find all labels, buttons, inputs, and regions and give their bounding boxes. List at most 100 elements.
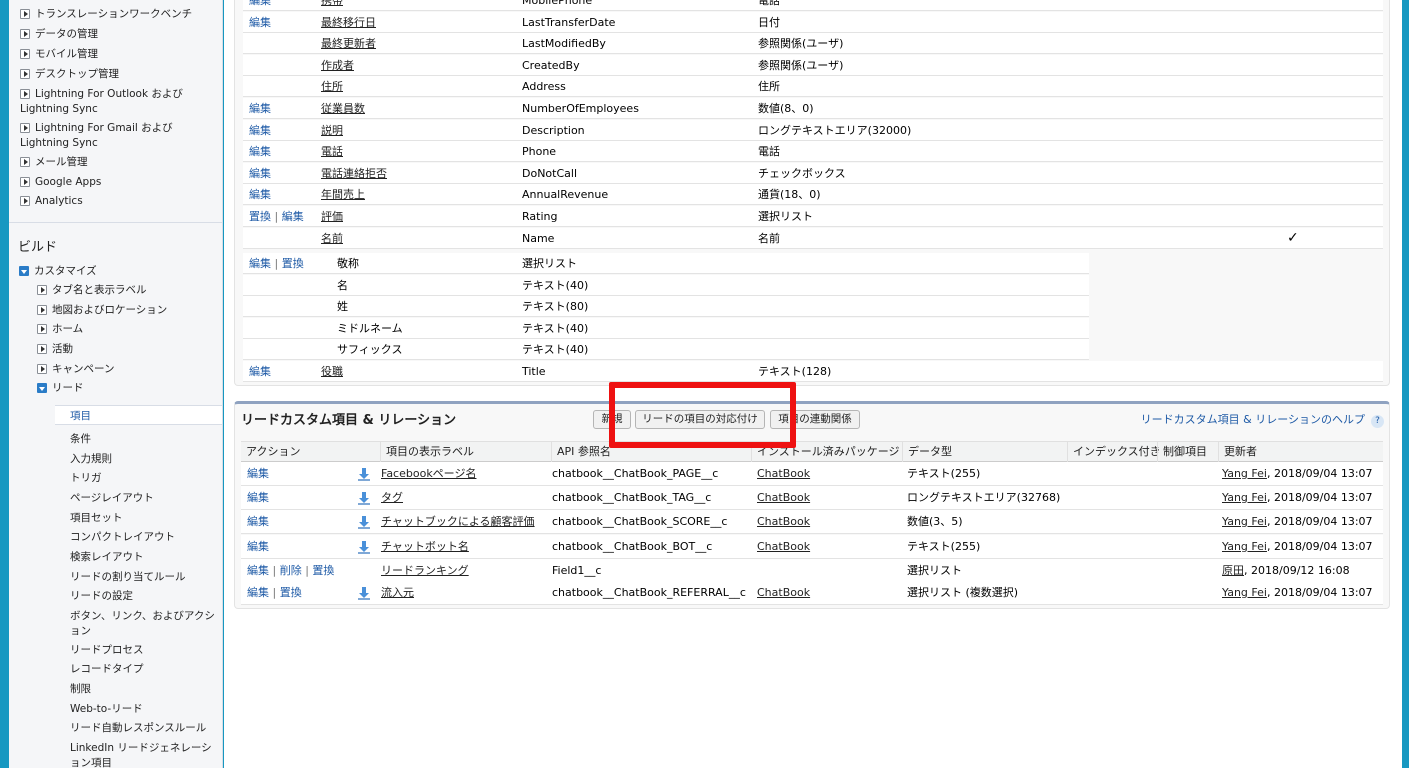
- action-link[interactable]: 編集: [249, 124, 271, 137]
- sidebar-item[interactable]: 地図およびロケーション: [37, 303, 167, 317]
- sidebar-lead-item[interactable]: リードプロセス: [70, 643, 220, 658]
- sidebar-lead-item[interactable]: 制限: [70, 682, 220, 697]
- sidebar-lead-item[interactable]: リードの設定: [70, 589, 220, 604]
- collapse-toggle-icon[interactable]: [37, 383, 47, 393]
- action-link[interactable]: 編集: [249, 167, 271, 180]
- user-link[interactable]: Yang Fei: [1222, 491, 1267, 504]
- user-link[interactable]: Yang Fei: [1222, 540, 1267, 553]
- package-link[interactable]: ChatBook: [757, 510, 810, 534]
- sidebar-lead-item[interactable]: コンパクトレイアウト: [70, 530, 220, 545]
- expand-toggle-icon[interactable]: [20, 196, 30, 206]
- collapse-toggle-icon[interactable]: [19, 266, 29, 276]
- sidebar-item[interactable]: 活動: [37, 342, 73, 356]
- field-label[interactable]: 評価: [321, 206, 343, 227]
- field-label[interactable]: 携帯: [321, 0, 343, 11]
- field-label[interactable]: 年間売上: [321, 184, 365, 205]
- field-label[interactable]: 最終更新者: [321, 33, 376, 54]
- expand-toggle-icon[interactable]: [20, 89, 30, 99]
- field-label[interactable]: 名前: [321, 228, 343, 249]
- custom-fields-help-link[interactable]: リードカスタム項目 & リレーションのヘルプ?: [1141, 411, 1384, 428]
- expand-toggle-icon[interactable]: [37, 305, 47, 315]
- sidebar-item[interactable]: キャンペーン: [37, 362, 114, 376]
- sidebar-lead-item[interactable]: ページレイアウト: [70, 491, 220, 506]
- expand-toggle-icon[interactable]: [37, 364, 47, 374]
- package-link[interactable]: ChatBook: [757, 462, 810, 486]
- field-label-link[interactable]: リードランキング: [381, 559, 469, 583]
- sidebar-lead-item[interactable]: 入力規則: [70, 452, 220, 467]
- field-label-link[interactable]: Facebookページ名: [381, 462, 476, 486]
- sidebar-item[interactable]: トランスレーションワークベンチ: [20, 7, 220, 22]
- sidebar-item[interactable]: デスクトップ管理: [20, 67, 220, 82]
- expand-toggle-icon[interactable]: [20, 29, 30, 39]
- sidebar-lead-item[interactable]: LinkedIn リードジェネレーション項目: [70, 741, 220, 768]
- action-link[interactable]: 編集: [249, 145, 271, 158]
- action-link[interactable]: 置換: [280, 586, 302, 599]
- expand-toggle-icon[interactable]: [20, 177, 30, 187]
- sidebar-item[interactable]: ホーム: [37, 322, 83, 336]
- sidebar-item[interactable]: メール管理: [20, 155, 220, 170]
- user-link[interactable]: Yang Fei: [1222, 515, 1267, 528]
- action-link[interactable]: 編集: [249, 0, 271, 7]
- expand-toggle-icon[interactable]: [20, 69, 30, 79]
- field-label[interactable]: 最終移行日: [321, 12, 376, 33]
- sidebar-item[interactable]: Analytics: [20, 194, 220, 209]
- sidebar-lead-item[interactable]: 項目セット: [70, 511, 220, 526]
- user-link[interactable]: 原田: [1222, 564, 1244, 577]
- sidebar-item[interactable]: Google Apps: [20, 175, 220, 190]
- field-label[interactable]: 役職: [321, 361, 343, 382]
- sidebar-lead-item[interactable]: レコードタイプ: [70, 662, 220, 677]
- field-label-link[interactable]: チャットブックによる顧客評価: [381, 510, 535, 534]
- expand-toggle-icon[interactable]: [37, 324, 47, 334]
- user-link[interactable]: Yang Fei: [1222, 586, 1267, 599]
- package-link[interactable]: ChatBook: [757, 535, 810, 559]
- field-label-link[interactable]: チャットボット名: [381, 535, 469, 559]
- action-link[interactable]: 編集: [249, 365, 271, 378]
- sidebar-item-customize[interactable]: カスタマイズ: [19, 264, 97, 278]
- user-link[interactable]: Yang Fei: [1222, 467, 1267, 480]
- field-label[interactable]: 作成者: [321, 55, 354, 76]
- action-link[interactable]: 編集: [282, 210, 304, 223]
- sidebar-item[interactable]: Lightning For Outlook および Lightning Sync: [20, 87, 220, 117]
- field-label[interactable]: 電話: [321, 141, 343, 162]
- sidebar-item[interactable]: データの管理: [20, 27, 220, 42]
- action-link[interactable]: 削除: [280, 564, 302, 577]
- action-link[interactable]: 編集: [249, 16, 271, 29]
- expand-toggle-icon[interactable]: [20, 49, 30, 59]
- field-label[interactable]: 住所: [321, 76, 343, 97]
- field-label-link[interactable]: タグ: [381, 486, 403, 510]
- field-label[interactable]: 説明: [321, 120, 343, 141]
- action-link[interactable]: 置換: [282, 257, 304, 270]
- action-link[interactable]: 置換: [312, 564, 334, 577]
- action-link[interactable]: 編集: [247, 586, 269, 599]
- sidebar-lead-item[interactable]: トリガ: [70, 471, 220, 486]
- action-link[interactable]: 編集: [247, 467, 269, 480]
- field-label[interactable]: 従業員数: [321, 98, 365, 119]
- sidebar-lead-item[interactable]: 検索レイアウト: [70, 550, 220, 565]
- sidebar-lead-item[interactable]: ボタン、リンク、およびアクション: [70, 609, 220, 639]
- sidebar-lead-item[interactable]: 条件: [70, 432, 220, 447]
- expand-toggle-icon[interactable]: [20, 157, 30, 167]
- action-link[interactable]: 編集: [249, 257, 271, 270]
- action-link[interactable]: 編集: [247, 540, 269, 553]
- package-link[interactable]: ChatBook: [757, 581, 810, 605]
- expand-toggle-icon[interactable]: [20, 123, 30, 133]
- action-link[interactable]: 編集: [247, 515, 269, 528]
- sidebar-item-lead[interactable]: リード: [37, 381, 84, 395]
- sidebar-item[interactable]: Lightning For Gmail および Lightning Sync: [20, 121, 220, 151]
- action-link[interactable]: 編集: [249, 188, 271, 201]
- action-link[interactable]: 編集: [247, 491, 269, 504]
- sidebar-item[interactable]: タブ名と表示ラベル: [37, 283, 147, 297]
- package-link[interactable]: ChatBook: [757, 486, 810, 510]
- action-link[interactable]: 置換: [249, 210, 271, 223]
- sidebar-lead-item[interactable]: 項目: [55, 405, 222, 425]
- field-label-link[interactable]: 流入元: [381, 581, 414, 605]
- field-label[interactable]: 電話連絡拒否: [321, 163, 387, 184]
- expand-toggle-icon[interactable]: [37, 344, 47, 354]
- sidebar-item[interactable]: モバイル管理: [20, 47, 220, 62]
- action-link[interactable]: 編集: [247, 564, 269, 577]
- expand-toggle-icon[interactable]: [37, 285, 47, 295]
- action-link[interactable]: 編集: [249, 102, 271, 115]
- expand-toggle-icon[interactable]: [20, 9, 30, 19]
- sidebar-lead-item[interactable]: Web-to-リード: [70, 702, 220, 717]
- sidebar-lead-item[interactable]: リードの割り当てルール: [70, 570, 220, 585]
